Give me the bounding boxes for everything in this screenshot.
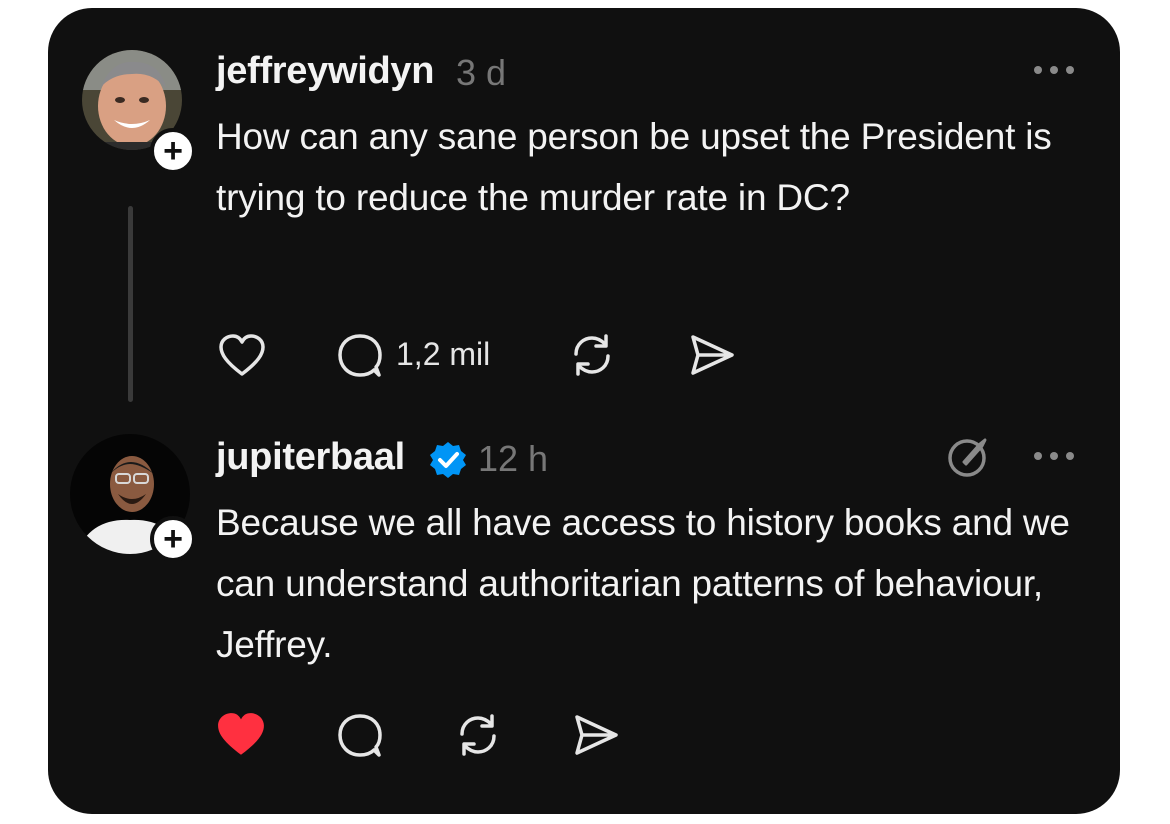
repost-arrows-icon[interactable] xyxy=(454,712,502,758)
speech-bubble-icon[interactable] xyxy=(336,712,384,758)
post-time: 12 h xyxy=(478,438,549,479)
heart-icon[interactable] xyxy=(216,712,266,758)
post-text: Because we all have access to history bo… xyxy=(216,502,1070,665)
heart-icon[interactable] xyxy=(218,334,266,378)
thread-card: + jeffreywidyn 3 d How can any sane pers… xyxy=(48,8,1120,814)
thread-line xyxy=(128,206,133,402)
speech-bubble-icon[interactable] xyxy=(336,332,384,378)
post-time: 3 d xyxy=(456,52,507,93)
follow-button[interactable]: + xyxy=(150,516,196,562)
username[interactable]: jeffreywidyn xyxy=(216,50,434,93)
edit-icon[interactable] xyxy=(946,434,992,480)
post-text: How can any sane person be upset the Pre… xyxy=(216,116,1052,218)
ellipsis-icon[interactable] xyxy=(1032,450,1076,462)
repost-arrows-icon[interactable] xyxy=(568,332,616,378)
ellipsis-icon[interactable] xyxy=(1032,64,1076,76)
reply-count[interactable]: 1,2 mil xyxy=(396,336,490,373)
paper-plane-icon[interactable] xyxy=(688,332,736,378)
username[interactable]: jupiterbaal xyxy=(216,436,405,479)
follow-button[interactable]: + xyxy=(150,128,196,174)
paper-plane-icon[interactable] xyxy=(572,712,620,758)
verified-badge-icon xyxy=(430,442,466,478)
